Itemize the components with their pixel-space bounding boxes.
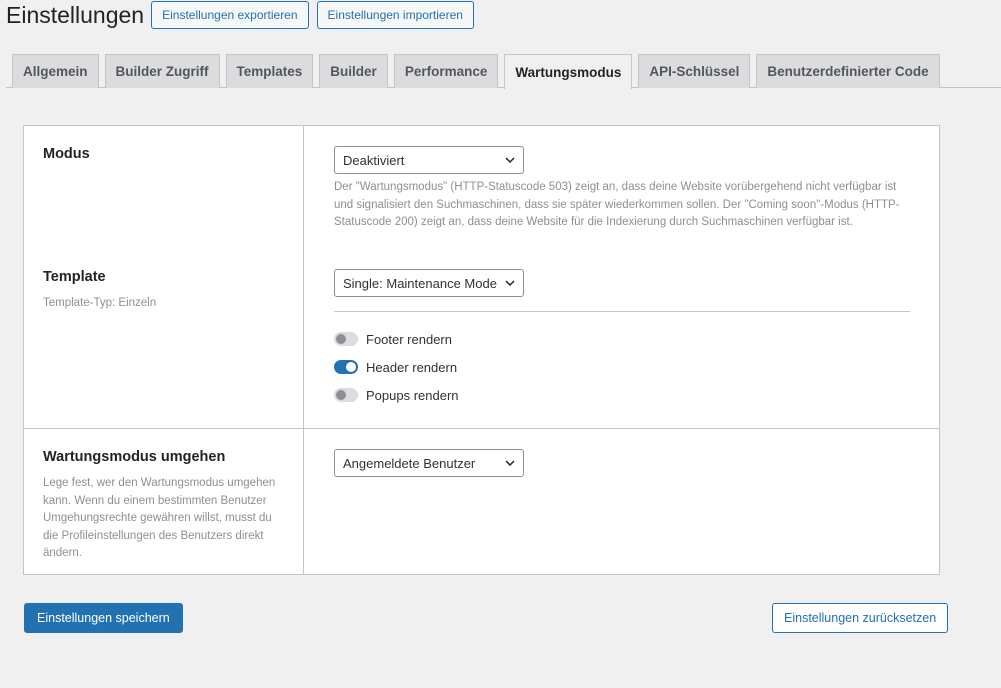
tab-builder-zugriff[interactable]: Builder Zugriff	[104, 54, 220, 88]
popups-render-toggle[interactable]	[334, 388, 358, 402]
footer-render-toggle[interactable]	[334, 332, 358, 346]
chevron-down-icon	[505, 157, 515, 164]
popups-render-row: Popups rendern	[334, 385, 459, 405]
modus-select[interactable]: Deaktiviert	[334, 146, 524, 174]
reset-settings-button[interactable]: Einstellungen zurücksetzen	[772, 603, 949, 633]
header-render-label: Header rendern	[366, 359, 458, 375]
footer-render-row: Footer rendern	[334, 329, 452, 349]
tab-allgemein[interactable]: Allgemein	[12, 54, 99, 88]
modus-description: Der "Wartungsmodus" (HTTP-Statuscode 503…	[334, 181, 900, 228]
header-render-row: Header rendern	[334, 357, 457, 377]
settings-tabs: Allgemein Builder Zugriff Templates Buil…	[6, 54, 1001, 89]
modus-select-value: Deaktiviert	[343, 152, 405, 168]
chevron-down-icon	[505, 460, 515, 467]
tab-builder[interactable]: Builder	[319, 54, 388, 88]
bypass-description: Lege fest, wer den Wartungsmodus umgehen…	[43, 477, 276, 559]
tab-benutzerdefinierter-code[interactable]: Benutzerdefinierter Code	[756, 54, 940, 88]
header-render-toggle[interactable]	[334, 360, 358, 374]
save-settings-button[interactable]: Einstellungen speichern	[24, 603, 183, 633]
tab-performance[interactable]: Performance	[393, 54, 499, 88]
tab-api-schluessel[interactable]: API-Schlüssel	[638, 54, 751, 88]
modus-label: Modus	[43, 146, 90, 162]
settings-labels-column: Modus Template Template-Typ: Einzeln	[24, 126, 304, 428]
page-header: Einstellungen Einstellungen exportieren …	[6, 0, 482, 30]
template-select-value: Single: Maintenance Mode	[343, 275, 497, 291]
tab-templates[interactable]: Templates	[225, 54, 314, 88]
template-select[interactable]: Single: Maintenance Mode	[334, 269, 524, 297]
template-type-text: Template-Typ: Einzeln	[43, 297, 157, 309]
bypass-select-value: Angemeldete Benutzer	[343, 455, 476, 471]
maintenance-settings-panel: Modus Template Template-Typ: Einzeln Dea…	[23, 125, 940, 575]
bypass-labels-column: Wartungsmodus umgehen Lege fest, wer den…	[24, 429, 304, 575]
page-title: Einstellungen	[6, 1, 145, 28]
footer-render-label: Footer rendern	[366, 331, 452, 347]
template-label: Template	[43, 269, 106, 285]
export-settings-button[interactable]: Einstellungen exportieren	[151, 1, 309, 29]
bypass-select[interactable]: Angemeldete Benutzer	[334, 449, 524, 477]
chevron-down-icon	[505, 280, 515, 287]
popups-render-label: Popups rendern	[366, 387, 459, 403]
bypass-label: Wartungsmodus umgehen	[43, 449, 226, 465]
import-settings-button[interactable]: Einstellungen importieren	[316, 1, 474, 29]
divider	[334, 311, 910, 312]
tab-wartungsmodus[interactable]: Wartungsmodus	[504, 54, 633, 89]
